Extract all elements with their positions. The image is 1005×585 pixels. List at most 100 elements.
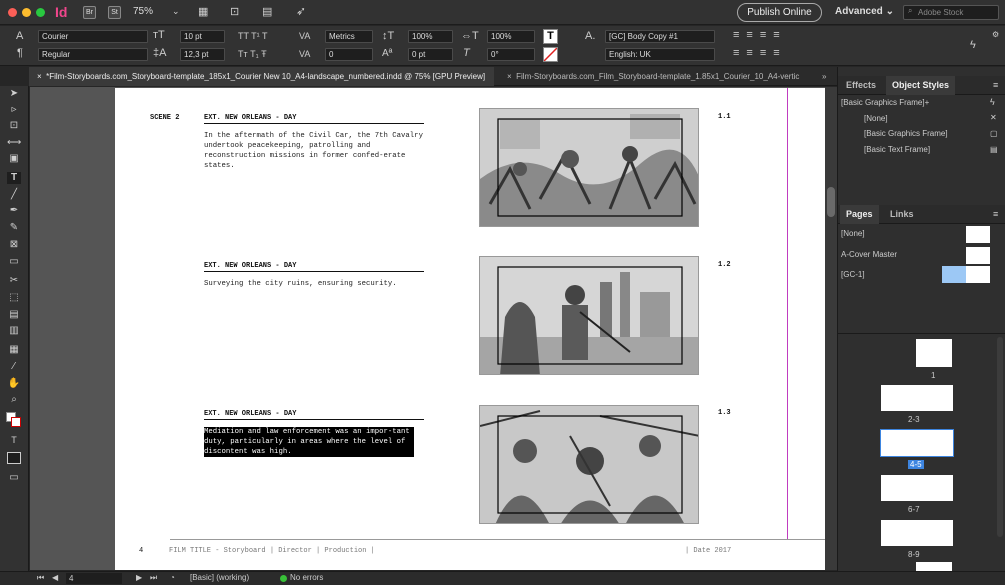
horizontal-scale-field[interactable]: 100% — [487, 30, 535, 43]
clear-overrides-icon[interactable]: ✕ — [990, 113, 997, 122]
normal-view-icon[interactable] — [7, 452, 21, 464]
font-style-field[interactable]: Regular — [38, 48, 148, 61]
tab-pages[interactable]: Pages — [840, 205, 879, 224]
close-window-icon[interactable] — [8, 8, 17, 17]
font-size-field[interactable]: 10 pt — [180, 30, 225, 43]
close-icon[interactable]: × — [37, 72, 42, 81]
document-canvas[interactable]: SCENE 2 EXT. NEW ORLEANS - DAY In the af… — [30, 87, 825, 570]
panel-menu-icon[interactable]: ≡ — [993, 80, 998, 90]
panel-menu-icon[interactable]: ⚙ — [992, 30, 999, 39]
master-thumbnail[interactable] — [966, 247, 990, 264]
first-page-icon[interactable]: ⏮ — [37, 573, 44, 583]
screen-mode-icon[interactable]: ⊡ — [230, 5, 239, 18]
rectangle-tool-icon[interactable]: ▭ — [7, 256, 21, 268]
spread-thumbnail[interactable] — [881, 385, 953, 411]
panel-menu-icon[interactable]: ≡ — [993, 209, 998, 219]
formatting-affects-text-icon[interactable]: T — [7, 434, 21, 446]
master-item[interactable]: [GC-1] — [841, 270, 865, 279]
close-icon[interactable]: × — [507, 72, 512, 81]
spread-thumbnail[interactable] — [881, 520, 953, 546]
character-mode-icon[interactable]: A — [16, 30, 23, 42]
free-transform-tool-icon[interactable]: ⬚ — [7, 292, 21, 304]
note-tool-icon[interactable]: ▦ — [7, 344, 21, 356]
direct-selection-tool-icon[interactable]: ▹ — [7, 104, 21, 116]
bridge-button[interactable]: Br — [83, 6, 96, 19]
error-count[interactable]: No errors — [290, 573, 323, 582]
next-page-icon[interactable]: ▶ — [136, 573, 142, 582]
spread-thumbnail[interactable] — [880, 429, 954, 457]
gap-tool-icon[interactable]: ⟷ — [7, 137, 21, 149]
share-icon[interactable]: ➶ — [296, 4, 306, 18]
master-thumbnail-left[interactable] — [942, 266, 966, 283]
content-collector-icon[interactable]: ▣ — [7, 153, 21, 165]
scissors-tool-icon[interactable]: ✂ — [7, 275, 21, 287]
stock-button[interactable]: St — [108, 6, 121, 19]
tab-effects[interactable]: Effects — [840, 76, 882, 95]
adobe-stock-search[interactable]: Adobe Stock — [903, 5, 999, 20]
view-options-icon[interactable]: ▦ — [198, 5, 208, 18]
master-item[interactable]: A-Cover Master — [841, 250, 897, 259]
tracking-field[interactable]: 0 — [325, 48, 373, 61]
pen-tool-icon[interactable]: ✒ — [7, 205, 21, 217]
all-caps-icon[interactable]: TT T¹ T — [238, 31, 268, 41]
master-item[interactable]: [None] — [841, 229, 865, 238]
page-thumbnail[interactable] — [916, 339, 952, 367]
font-family-field[interactable]: Courier — [38, 30, 148, 43]
lightning-icon[interactable]: ϟ — [970, 39, 976, 51]
pencil-tool-icon[interactable]: ✎ — [7, 222, 21, 234]
tab-links[interactable]: Links — [884, 205, 920, 224]
fill-text-icon[interactable]: T — [543, 29, 558, 44]
maximize-window-icon[interactable] — [36, 8, 45, 17]
screen-mode-icon[interactable]: ▭ — [7, 472, 21, 484]
shot-description[interactable]: In the aftermath of the Civil Car, the 7… — [204, 131, 429, 171]
chevron-down-icon[interactable]: ⌄ — [172, 6, 180, 17]
pages-scrollbar[interactable] — [997, 337, 1003, 537]
baseline-shift-field[interactable]: 0 pt — [408, 48, 453, 61]
previous-page-icon[interactable]: ◀ — [52, 573, 58, 582]
gradient-feather-tool-icon[interactable]: ▥ — [7, 325, 21, 337]
workspace-switcher[interactable]: Advanced ⌄ — [835, 6, 894, 17]
tab-second-document[interactable]: × Film-Storyboards.com_Film_Storyboard-t… — [499, 67, 809, 86]
selection-tool-icon[interactable]: ➤ — [7, 88, 21, 100]
lightning-icon[interactable]: ϟ — [990, 97, 995, 107]
shot-description[interactable]: Surveying the city ruins, ensuring secur… — [204, 279, 429, 289]
minimize-window-icon[interactable] — [22, 8, 31, 17]
leading-field[interactable]: 12,3 pt — [180, 48, 225, 61]
master-thumbnail[interactable] — [966, 226, 990, 243]
skew-field[interactable]: 0° — [487, 48, 535, 61]
storyboard-image[interactable] — [479, 405, 699, 524]
vertical-scrollbar[interactable] — [825, 87, 837, 570]
paragraph-mode-icon[interactable]: ¶ — [17, 47, 23, 59]
storyboard-image[interactable] — [479, 108, 699, 227]
stroke-none-icon[interactable] — [543, 47, 558, 62]
gradient-swatch-tool-icon[interactable]: ▤ — [7, 309, 21, 321]
tab-overflow-icon[interactable]: » — [814, 67, 836, 86]
language-field[interactable]: English: UK — [605, 48, 715, 61]
small-caps-icon[interactable]: Tт T₁ Ŧ — [238, 49, 267, 59]
tab-active-document[interactable]: × *Film-Storyboards.com_Storyboard-templ… — [29, 67, 494, 86]
last-page-icon[interactable]: ⏭ — [150, 573, 157, 583]
zoom-tool-icon[interactable]: ⌕ — [7, 394, 21, 406]
kerning-field[interactable]: Metrics — [325, 30, 373, 43]
preflight-icon[interactable]: ◔ — [170, 573, 175, 582]
stroke-swatch-icon[interactable] — [11, 417, 21, 427]
hand-tool-icon[interactable]: ✋ — [7, 378, 21, 390]
page-number-field[interactable]: 4 — [66, 573, 122, 584]
type-tool-icon[interactable]: T — [7, 172, 21, 184]
master-thumbnail-right[interactable] — [966, 266, 990, 283]
arrange-documents-icon[interactable]: ▤ — [262, 5, 272, 18]
rectangle-frame-tool-icon[interactable]: ⊠ — [7, 239, 21, 251]
paragraph-style-field[interactable]: [GC] Body Copy #1 — [605, 30, 715, 43]
publish-online-button[interactable]: Publish Online — [737, 3, 822, 22]
zoom-level[interactable]: 75% — [133, 6, 153, 17]
storyboard-image[interactable] — [479, 256, 699, 375]
document-page[interactable]: SCENE 2 EXT. NEW ORLEANS - DAY In the af… — [115, 88, 825, 570]
object-style-item[interactable]: [None] — [864, 114, 888, 123]
object-style-item[interactable]: [Basic Graphics Frame] — [864, 129, 948, 138]
spread-thumbnail[interactable] — [916, 562, 952, 571]
object-style-item[interactable]: [Basic Text Frame] — [864, 145, 930, 154]
spread-thumbnail[interactable] — [881, 475, 953, 501]
selected-shot-description[interactable]: Mediation and law enforcement was an imp… — [204, 427, 414, 457]
tab-object-styles[interactable]: Object Styles — [886, 76, 956, 95]
preflight-profile[interactable]: [Basic] (working) — [190, 573, 249, 582]
